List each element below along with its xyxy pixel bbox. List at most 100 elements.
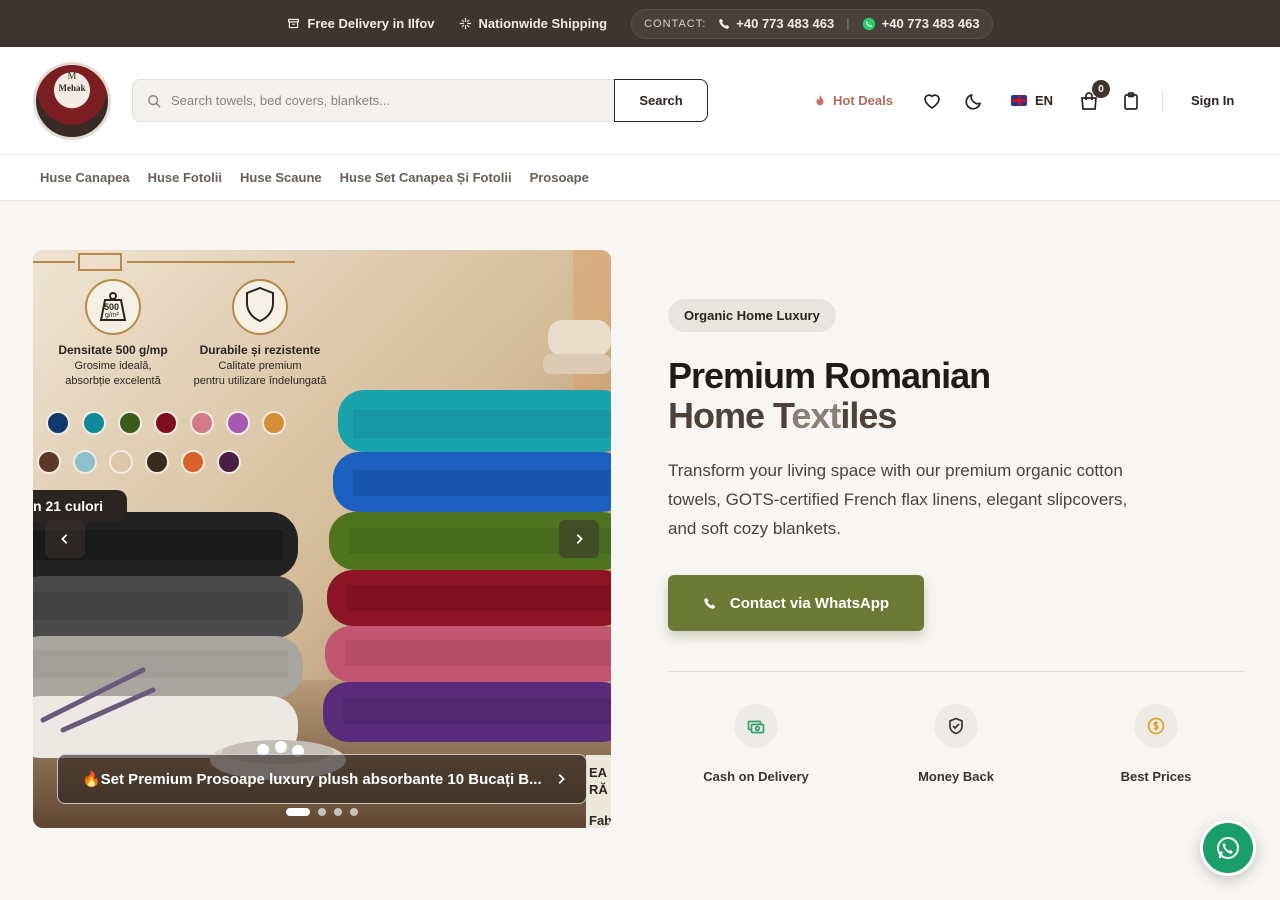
contact-label: CONTACT: bbox=[644, 17, 707, 30]
hero-title-line2a: Home T bbox=[668, 395, 792, 436]
edge-text-2: RĂ bbox=[589, 782, 608, 797]
color-swatch bbox=[262, 411, 286, 435]
color-swatch bbox=[73, 450, 97, 474]
search-button[interactable]: Search bbox=[614, 79, 708, 122]
hot-deals-link[interactable]: Hot Deals bbox=[813, 93, 893, 108]
slider-dot[interactable] bbox=[334, 808, 342, 816]
slider-next-button[interactable] bbox=[559, 520, 599, 558]
hero-title-line2b: ext bbox=[791, 395, 841, 436]
slider-dot[interactable] bbox=[286, 808, 310, 816]
chevron-right-icon bbox=[576, 534, 583, 544]
color-swatch bbox=[82, 411, 106, 435]
category-nav: Huse Canapea Huse Fotolii Huse Scaune Hu… bbox=[0, 155, 1280, 201]
sign-in-link[interactable]: Sign In bbox=[1191, 93, 1234, 108]
color-swatch bbox=[217, 450, 241, 474]
feature-label: Money Back bbox=[918, 769, 994, 784]
color-swatch bbox=[226, 411, 250, 435]
top-announcement-bar: Free Delivery in Ilfov Nationwide Shippi… bbox=[0, 0, 1280, 47]
color-swatch bbox=[190, 411, 214, 435]
hero-description: Transform your living space with our pre… bbox=[668, 461, 1128, 538]
nav-item-huse-fotolii[interactable]: Huse Fotolii bbox=[148, 170, 222, 185]
shipping-notice: Nationwide Shipping bbox=[459, 16, 608, 31]
nav-item-prosoape[interactable]: Prosoape bbox=[530, 170, 589, 185]
density-sub1: Grosime ideală, bbox=[74, 360, 152, 372]
search-icon bbox=[148, 94, 161, 108]
whatsapp-number: +40 773 483 463 bbox=[881, 16, 980, 31]
shipping-text: Nationwide Shipping bbox=[478, 16, 608, 31]
search-form: Search bbox=[132, 79, 708, 122]
clipboard-icon[interactable] bbox=[1121, 91, 1141, 111]
color-swatches-row-2 bbox=[37, 450, 241, 474]
slider-prev-button[interactable] bbox=[45, 520, 85, 558]
logo-text: Mehak bbox=[58, 83, 86, 93]
contact-whatsapp-label: Contact via WhatsApp bbox=[729, 594, 890, 612]
feature-icon-wrap bbox=[734, 704, 778, 748]
language-switcher[interactable]: EN bbox=[1011, 93, 1053, 108]
site-header: M Mehak Search Hot Deals EN 0 Sign In bbox=[0, 47, 1280, 155]
density-title: Densitate 500 g/mp bbox=[58, 343, 168, 357]
chevron-right-icon bbox=[558, 774, 565, 784]
color-swatch bbox=[118, 411, 142, 435]
hero-title-line2: Home Textiles bbox=[668, 396, 990, 436]
search-input[interactable] bbox=[171, 93, 591, 108]
phone-link[interactable]: +40 773 483 463 bbox=[718, 16, 834, 31]
contact-separator: | bbox=[846, 16, 850, 31]
language-label: EN bbox=[1035, 93, 1054, 108]
feature-icon-wrap bbox=[934, 704, 978, 748]
nav-item-huse-canapea[interactable]: Huse Canapea bbox=[40, 170, 130, 185]
box-icon bbox=[288, 18, 300, 29]
slider-dot[interactable] bbox=[350, 808, 358, 816]
weight-unit: g/m² bbox=[105, 312, 119, 319]
cash-icon bbox=[747, 720, 765, 734]
sparkle-icon bbox=[459, 17, 471, 30]
whatsapp-icon bbox=[862, 17, 875, 30]
feature-best-prices: Best Prices bbox=[1076, 704, 1236, 784]
feature-label: Cash on Delivery bbox=[703, 769, 809, 784]
durable-sub1: Calitate premium bbox=[218, 360, 302, 372]
hero-divider bbox=[668, 671, 1245, 672]
hot-deals-label: Hot Deals bbox=[833, 93, 893, 108]
color-swatch bbox=[109, 450, 133, 474]
color-swatch bbox=[154, 411, 178, 435]
hero-badge: Organic Home Luxury bbox=[668, 299, 836, 332]
cart-count-badge: 0 bbox=[1092, 80, 1110, 98]
contact-whatsapp-button[interactable]: Contact via WhatsApp bbox=[668, 575, 924, 631]
chevron-left-icon bbox=[61, 534, 68, 544]
flame-icon bbox=[816, 94, 824, 105]
color-swatch bbox=[46, 411, 70, 435]
feature-label: Best Prices bbox=[1120, 769, 1192, 784]
site-logo[interactable]: M Mehak bbox=[33, 62, 111, 140]
phone-icon bbox=[704, 597, 716, 609]
moon-icon[interactable] bbox=[964, 91, 984, 111]
header-divider bbox=[1162, 90, 1163, 112]
contact-pill: CONTACT: +40 773 483 463 | +40 773 483 4… bbox=[631, 8, 993, 39]
logo-initial: M bbox=[67, 71, 77, 82]
slider-dots bbox=[286, 808, 358, 816]
shield-check-icon bbox=[949, 717, 963, 735]
color-swatch bbox=[37, 450, 61, 474]
hero-title-line2c: iles bbox=[840, 395, 897, 436]
edge-text-3: Fab bbox=[589, 813, 611, 828]
uk-flag-icon bbox=[1011, 95, 1027, 106]
whatsapp-link[interactable]: +40 773 483 463 bbox=[862, 16, 980, 31]
heart-icon[interactable] bbox=[922, 91, 942, 111]
whatsapp-floating-button[interactable] bbox=[1200, 820, 1256, 876]
feature-money-back: Money Back bbox=[876, 704, 1036, 784]
whatsapp-icon bbox=[1217, 837, 1239, 859]
dollar-coin-icon bbox=[1147, 717, 1165, 735]
slide-caption-text: 🔥Set Premium Prosoape luxury plush absor… bbox=[82, 771, 542, 788]
density-sub2: absorbție excelentă bbox=[65, 375, 161, 387]
free-delivery-notice: Free Delivery in Ilfov bbox=[287, 16, 435, 31]
nav-item-huse-scaune[interactable]: Huse Scaune bbox=[240, 170, 322, 185]
search-field-wrap bbox=[132, 79, 614, 122]
colors-count-pill: n 21 culori bbox=[33, 490, 127, 522]
phone-number: +40 773 483 463 bbox=[736, 16, 835, 31]
slide-caption-link[interactable]: 🔥Set Premium Prosoape luxury plush absor… bbox=[57, 754, 587, 804]
hero-title-line1: Premium Romanian bbox=[668, 355, 991, 396]
nav-item-huse-set[interactable]: Huse Set Canapea Și Fotolii bbox=[340, 170, 512, 185]
color-swatches-row-1 bbox=[46, 411, 286, 435]
edge-text-1: EA bbox=[589, 765, 608, 780]
feature-icon-wrap bbox=[1134, 704, 1178, 748]
slider-dot[interactable] bbox=[318, 808, 326, 816]
hero-slider[interactable]: 500 g/m² Densitate 500 g/mp Grosime idea… bbox=[33, 250, 611, 828]
